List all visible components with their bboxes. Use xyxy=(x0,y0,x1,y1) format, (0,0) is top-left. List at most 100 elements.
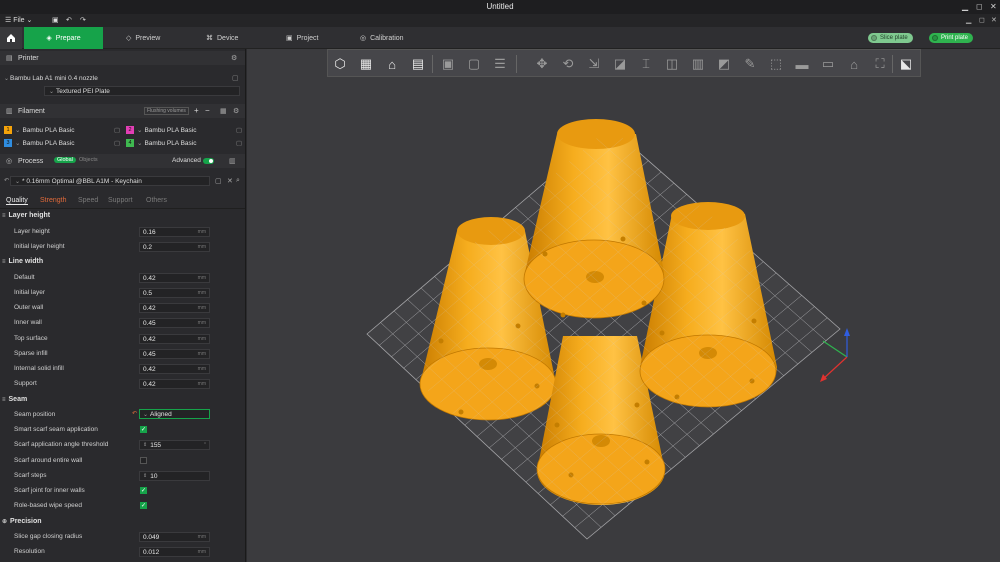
main-tab-bar: ◈ Prepare ◇ Preview ⌘ Device ▣ Project ◎… xyxy=(0,27,1000,49)
stepper-arrows-icon[interactable]: ⇕ xyxy=(143,442,147,448)
cylinder-object-top[interactable] xyxy=(523,119,665,319)
group-seam: ≡ Seam xyxy=(2,396,27,403)
save-icon[interactable]: ▣ xyxy=(52,16,59,24)
scarf-inner-walls-checkbox[interactable]: ✓ xyxy=(140,487,147,494)
tab-speed[interactable]: Speed xyxy=(78,197,98,204)
maximize-icon[interactable]: ◻ xyxy=(976,2,983,11)
prepare-icon: ◈ xyxy=(46,35,52,42)
edit-icon[interactable]: ▢ xyxy=(114,139,120,147)
add-filament-icon[interactable]: + xyxy=(194,106,199,115)
calibration-icon: ◎ xyxy=(360,35,367,42)
advanced-switch[interactable] xyxy=(203,158,214,164)
edit-icon[interactable]: ▢ xyxy=(232,74,239,82)
smart-scarf-checkbox[interactable]: ✓ xyxy=(140,426,147,433)
scarf-around-checkbox[interactable] xyxy=(140,457,147,464)
inner-wall-width-input[interactable]: 0.45 mm xyxy=(139,318,210,328)
redo-icon[interactable]: ↷ xyxy=(80,16,86,24)
reset-icon[interactable]: ↶ xyxy=(4,177,9,184)
filament-slot-3[interactable]: 3 ⌄ Bambu PLA Basic ▢ xyxy=(4,138,120,148)
value: 0.42 xyxy=(143,274,156,282)
objects-toggle[interactable]: Objects xyxy=(79,157,98,163)
filament-slot-4[interactable]: 4 ⌄ Bambu PLA Basic ▢ xyxy=(126,138,242,148)
3d-viewport[interactable]: ⬡ ▦ ⌂ ▤ ▣ ▢ ☰ ✥ ⟲ ⇲ ◪ ⌶ ◫ ▥ ◩ ✎ ⬚ ▬ ▭ ⌂ … xyxy=(247,49,1000,562)
gear-icon[interactable]: ⚙ xyxy=(233,107,239,115)
tab-device[interactable]: ⌘ Device xyxy=(200,27,244,49)
tab-label: Device xyxy=(217,34,239,42)
tab-strength[interactable]: Strength xyxy=(40,197,66,204)
menu-bar: ☰ File ⌄ ▣ ↶ ↷ ▁ ◻ ✕ xyxy=(0,14,1000,27)
edit-icon[interactable]: ▢ xyxy=(236,126,242,134)
close-icon[interactable]: ✕ xyxy=(990,2,997,11)
initial-layer-height-input[interactable]: 0.2 mm xyxy=(139,242,210,252)
flushing-volumes-button[interactable]: Flushing volumes xyxy=(144,107,189,115)
close-icon[interactable]: ✕ xyxy=(227,177,233,185)
resolution-input[interactable]: 0.012 mm xyxy=(139,547,210,557)
value: 0.42 xyxy=(143,304,156,312)
default-width-input[interactable]: 0.42 mm xyxy=(139,273,210,283)
param-label: Inner wall xyxy=(14,319,42,326)
print-plate-label: Print plate xyxy=(941,35,969,41)
edit-icon[interactable]: ▢ xyxy=(236,139,242,147)
tab-others[interactable]: Others xyxy=(146,197,167,204)
tab-preview[interactable]: ◇ Preview xyxy=(120,27,166,49)
gear-icon[interactable]: ⚙ xyxy=(231,54,237,62)
top-surface-width-input[interactable]: 0.42 mm xyxy=(139,334,210,344)
global-toggle[interactable]: Global xyxy=(54,157,76,163)
sync-icon[interactable]: ▦ xyxy=(220,107,227,115)
tab-quality[interactable]: Quality xyxy=(6,197,28,205)
initial-layer-width-input[interactable]: 0.5 mm xyxy=(139,288,210,298)
stepper-arrows-icon[interactable]: ⇕ xyxy=(143,473,147,479)
printer-name[interactable]: Bambu Lab A1 mini 0.4 nozzle xyxy=(10,75,98,82)
layer-height-input[interactable]: 0.16 mm xyxy=(139,227,210,237)
dropdown-toggle-icon[interactable] xyxy=(871,35,877,41)
edit-icon[interactable]: ▢ xyxy=(114,126,120,134)
unit: mm xyxy=(197,320,206,326)
tab-label: Prepare xyxy=(55,34,81,42)
scarf-angle-stepper[interactable]: ⇕ 155 ° xyxy=(139,440,210,450)
support-width-input[interactable]: 0.42 mm xyxy=(139,379,210,389)
process-tabs: Quality Strength Speed Support Others xyxy=(0,195,245,209)
seam-position-select[interactable]: ⌄ Aligned xyxy=(139,409,210,419)
search-icon[interactable]: ⌕ xyxy=(236,177,240,185)
undo-icon[interactable]: ↶ xyxy=(66,16,72,24)
process-profile-select[interactable]: ⌄ * 0.16mm Optimal @BBL A1M - Keychain xyxy=(10,176,210,186)
internal-solid-infill-width-input[interactable]: 0.42 mm xyxy=(139,364,210,374)
minimize-icon[interactable]: ▁ xyxy=(962,2,968,11)
print-plate-button[interactable]: Print plate xyxy=(929,33,974,43)
file-menu[interactable]: ☰ File ⌄ xyxy=(5,16,32,24)
param-label: Top surface xyxy=(14,335,48,342)
slice-plate-button[interactable]: Slice plate xyxy=(868,33,913,43)
restore-close-icon[interactable]: ✕ xyxy=(991,16,997,24)
save-profile-icon[interactable]: ▢ xyxy=(215,177,222,185)
sparse-infill-width-input[interactable]: 0.45 mm xyxy=(139,349,210,359)
dropdown-toggle-icon[interactable] xyxy=(932,35,938,41)
reset-icon[interactable]: ↶ xyxy=(132,410,137,417)
role-based-wipe-checkbox[interactable]: ✓ xyxy=(140,502,147,509)
filament-number-badge: 4 xyxy=(126,139,134,147)
tab-support[interactable]: Support xyxy=(108,197,133,204)
home-icon[interactable] xyxy=(0,27,22,49)
filament-slot-1[interactable]: 1 ⌄ Bambu PLA Basic ▢ xyxy=(4,125,120,135)
value: 0.5 xyxy=(143,289,153,297)
degree-unit: ° xyxy=(204,442,206,448)
settings-sidebar: ▤ Printer ⚙ ⌄ Bambu Lab A1 mini 0.4 nozz… xyxy=(0,49,246,562)
filament-slot-2[interactable]: 2 ⌄ Bambu PLA Basic ▢ xyxy=(126,125,242,135)
compare-icon[interactable]: ▥ xyxy=(229,157,236,165)
restore-max-icon[interactable]: ◻ xyxy=(979,16,985,24)
line-width-icon: ≡ xyxy=(2,258,6,265)
slice-gap-closing-radius-input[interactable]: 0.049 mm xyxy=(139,532,210,542)
outer-wall-width-input[interactable]: 0.42 mm xyxy=(139,303,210,313)
tab-calibration[interactable]: ◎ Calibration xyxy=(354,27,410,49)
filament-header: Filament xyxy=(18,107,45,115)
process-icon: ◎ xyxy=(6,158,13,165)
scarf-steps-stepper[interactable]: ⇕ 10 xyxy=(139,471,210,481)
param-label: Scarf steps xyxy=(14,472,47,479)
remove-filament-icon[interactable]: − xyxy=(205,106,210,115)
value: 0.45 xyxy=(143,350,156,358)
tab-project[interactable]: ▣ Project xyxy=(280,27,324,49)
dropdown-arrow-icon: ⌄ xyxy=(143,411,149,418)
restore-min-icon[interactable]: ▁ xyxy=(966,16,971,24)
dropdown-arrow-icon: ⌄ xyxy=(137,127,143,134)
plate-type-select[interactable]: ⌄ Textured PEI Plate xyxy=(44,86,240,96)
tab-prepare[interactable]: ◈ Prepare xyxy=(24,27,103,49)
